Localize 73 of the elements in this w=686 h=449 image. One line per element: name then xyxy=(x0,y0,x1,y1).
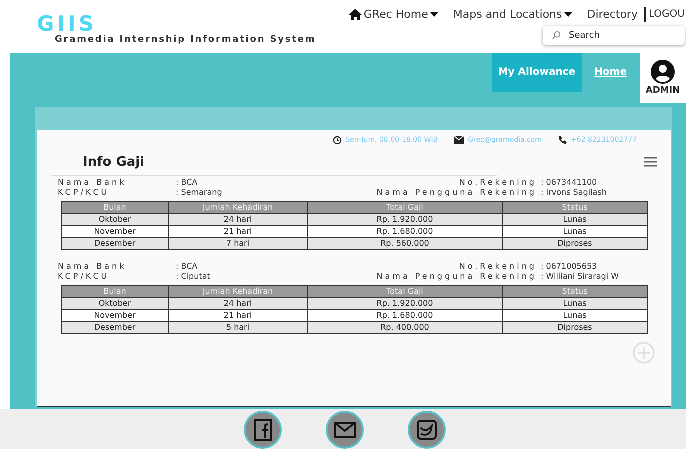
table-cell: 5 hari xyxy=(168,321,308,334)
table-cell: November xyxy=(62,309,168,322)
column-header: Status xyxy=(502,201,648,214)
column-header: Jumlah Kehadiran xyxy=(168,201,308,214)
table-cell: Lunas xyxy=(502,297,648,310)
home-icon xyxy=(348,9,362,20)
field-value: : Irvons Sagilash xyxy=(541,188,608,197)
menu-icon[interactable] xyxy=(644,157,657,168)
social-button[interactable] xyxy=(408,411,446,449)
table-cell: Rp. 560.000 xyxy=(308,237,502,250)
mail-icon xyxy=(334,422,356,438)
table-cell: Lunas xyxy=(502,309,648,322)
field-value: : Semarang xyxy=(176,188,224,197)
table-cell: Rp. 1.680.000 xyxy=(308,309,502,322)
table-cell: Rp. 1.920.000 xyxy=(308,297,502,310)
logout-link[interactable]: LOGOU xyxy=(648,9,685,20)
search-field[interactable]: Search xyxy=(543,26,685,45)
facebook-icon xyxy=(253,419,273,441)
bird-icon xyxy=(417,420,437,440)
table-cell: Rp. 400.000 xyxy=(308,321,502,334)
table-cell: Rp. 1.920.000 xyxy=(308,213,502,226)
column-header: Bulan xyxy=(62,201,168,214)
nav-link[interactable]: Directory xyxy=(587,8,638,21)
field-value: : BCA xyxy=(176,178,199,187)
social-button[interactable] xyxy=(326,411,364,449)
table-cell: Oktober xyxy=(62,297,168,310)
table-cell: Lunas xyxy=(502,225,648,238)
field-label: Nama Pengguna Rekening xyxy=(376,272,538,281)
table-cell: Oktober xyxy=(62,213,168,226)
field-label: KCP/KCU xyxy=(58,272,111,281)
field-value: : BCA xyxy=(176,262,199,271)
column-header: Jumlah Kehadiran xyxy=(168,285,308,298)
field-label: Nama Bank xyxy=(58,262,128,271)
nav-link[interactable]: Maps and Locations xyxy=(453,8,574,21)
field-label: No.Rekening xyxy=(458,178,538,187)
table-cell: Diproses xyxy=(502,237,648,250)
user-panel[interactable]: ADMIN xyxy=(640,52,686,103)
logo-mark: GIIS xyxy=(37,14,97,35)
table-cell: Desember xyxy=(62,237,168,250)
table-cell: 7 hari xyxy=(168,237,308,250)
phone-icon xyxy=(558,136,567,145)
table-cell: 21 hari xyxy=(168,225,308,238)
field-label: KCP/KCU xyxy=(58,188,111,197)
mail-icon xyxy=(454,136,464,144)
caret-icon xyxy=(430,12,440,17)
user-name: ADMIN xyxy=(646,86,680,96)
column-header: Total Gaji xyxy=(308,285,502,298)
field-value: : 0671005653 xyxy=(541,262,598,271)
logo-subtitle: Gramedia Internship Information System xyxy=(55,35,316,45)
field-value: : Ciputat xyxy=(176,272,212,281)
column-header: Bulan xyxy=(62,285,168,298)
table-cell: Lunas xyxy=(502,213,648,226)
field-label: Nama Pengguna Rekening xyxy=(376,188,538,197)
table-cell: 24 hari xyxy=(168,297,308,310)
table-cell: Diproses xyxy=(502,321,648,334)
page-title: Info Gaji xyxy=(83,154,145,170)
clock-icon xyxy=(332,136,342,145)
column-header: Status xyxy=(502,285,648,298)
field-label: No.Rekening xyxy=(458,262,538,271)
table-cell: Rp. 1.680.000 xyxy=(308,225,502,238)
nav-link[interactable]: GRec Home xyxy=(348,8,440,21)
table-cell: 21 hari xyxy=(168,309,308,322)
table-cell: 24 hari xyxy=(168,213,308,226)
table-cell: Desember xyxy=(62,321,168,334)
user-icon xyxy=(651,60,675,84)
column-header: Total Gaji xyxy=(308,201,502,214)
social-button[interactable] xyxy=(244,411,282,449)
field-value: : Williani Siraragi W xyxy=(541,272,620,281)
search-icon xyxy=(552,31,561,40)
table-cell: November xyxy=(62,225,168,238)
caret-icon xyxy=(564,12,574,17)
field-value: : 0673441100 xyxy=(541,178,598,187)
field-label: Nama Bank xyxy=(58,178,128,187)
